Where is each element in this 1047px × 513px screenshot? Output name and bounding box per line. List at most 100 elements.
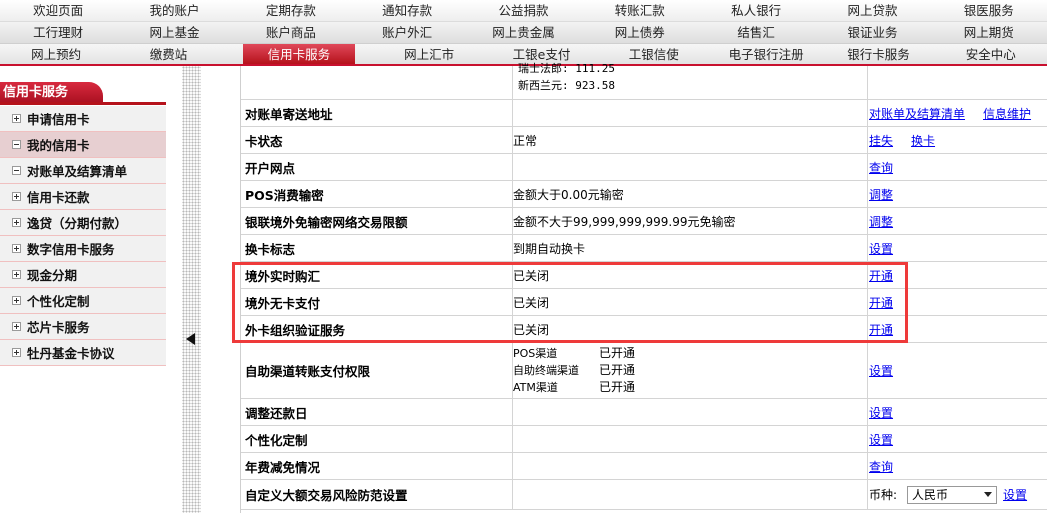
channel-list: POS渠道 已开通 自助终端渠道 已开通 ATM渠道 已开通: [513, 345, 635, 396]
expand-plus-icon[interactable]: [12, 114, 21, 123]
sidebar: 信用卡服务 申请信用卡 我的信用卡 对账单及结算清单 信用卡还款 逸贷（分期付款…: [0, 66, 182, 513]
sidebar-item-label: 现金分期: [27, 268, 78, 283]
expand-plus-icon[interactable]: [12, 218, 21, 227]
menu-item-precious-metal[interactable]: 网上贵金属: [465, 22, 581, 43]
row-label: POS消费输密: [245, 187, 324, 203]
menu-item-my-account[interactable]: 我的账户: [116, 0, 232, 21]
expand-plus-icon[interactable]: [12, 270, 21, 279]
sidebar-item-apply-card[interactable]: 申请信用卡: [0, 106, 166, 132]
menu-item-security-center[interactable]: 安全中心: [935, 44, 1047, 64]
sidebar-item-fund-card[interactable]: 牡丹基金卡协议: [0, 340, 166, 366]
expand-plus-icon[interactable]: [12, 296, 21, 305]
query-link[interactable]: 查询: [869, 458, 893, 475]
expand-plus-icon[interactable]: [12, 192, 21, 201]
enable-link[interactable]: 开通: [869, 294, 893, 311]
settings-link[interactable]: 设置: [869, 404, 893, 421]
menu-item-bank-card-service[interactable]: 银行卡服务: [822, 44, 934, 64]
menu-item-account-forex[interactable]: 账户外汇: [349, 22, 465, 43]
row-actions: 设置: [867, 399, 1047, 425]
menu-item-medical[interactable]: 银医服务: [931, 0, 1047, 21]
sidebar-item-label: 个性化定制: [27, 294, 90, 309]
menu-item-forex-market[interactable]: 网上汇市: [373, 44, 485, 64]
menu-item-securities[interactable]: 银证业务: [814, 22, 930, 43]
menu-item-futures[interactable]: 网上期货: [931, 22, 1047, 43]
sidebar-item-label: 信用卡还款: [27, 190, 90, 205]
settings-link[interactable]: 设置: [1003, 486, 1027, 503]
row-value: [512, 453, 867, 479]
sidebar-item-statement[interactable]: 对账单及结算清单: [0, 158, 166, 184]
replace-card-link[interactable]: 换卡: [911, 132, 935, 149]
table-row-personalize: 个性化定制 设置: [241, 426, 1047, 453]
menu-item-online-loan[interactable]: 网上贷款: [814, 0, 930, 21]
settings-link[interactable]: 设置: [869, 431, 893, 448]
row-label: 对账单寄送地址: [245, 106, 333, 122]
sidebar-item-label: 逸贷（分期付款）: [27, 216, 128, 231]
expand-plus-icon[interactable]: [12, 244, 21, 253]
menu-item-appointment[interactable]: 网上预约: [0, 44, 112, 64]
sidebar-item-repayment[interactable]: 信用卡还款: [0, 184, 166, 210]
channel-item: POS渠道 已开通: [513, 345, 635, 362]
expand-plus-icon[interactable]: [12, 348, 21, 357]
sidebar-item-personalize[interactable]: 个性化定制: [0, 288, 166, 314]
row-value: 已关闭: [512, 262, 867, 288]
sidebar-item-installment[interactable]: 逸贷（分期付款）: [0, 210, 166, 236]
menu-item-account-goods[interactable]: 账户商品: [233, 22, 349, 43]
row-value: 到期自动换卡: [512, 235, 867, 261]
menu-item-fund[interactable]: 网上基金: [116, 22, 232, 43]
report-loss-link[interactable]: 挂失: [869, 132, 893, 149]
info-maintain-link[interactable]: 信息维护: [983, 105, 1031, 122]
enable-link[interactable]: 开通: [869, 321, 893, 338]
menu-item-credit-card-service[interactable]: 信用卡服务: [242, 44, 355, 64]
settings-link[interactable]: 设置: [869, 240, 893, 257]
menu-item-donation[interactable]: 公益捐款: [465, 0, 581, 21]
table-row-card-replace-flag: 换卡标志 到期自动换卡 设置: [241, 235, 1047, 262]
enable-link[interactable]: 开通: [869, 267, 893, 284]
currency-select[interactable]: 人民币: [907, 485, 998, 504]
card-info-table: 瑞士法郎: 111.25 新西兰元: 923.58 对账单寄送地址 对账单及结算…: [240, 62, 1047, 513]
collapse-minus-icon[interactable]: [12, 140, 21, 149]
row-actions: 设置: [867, 343, 1047, 398]
menu-item-ebank-register[interactable]: 电子银行注册: [710, 44, 822, 64]
row-label: 开户网点: [245, 160, 296, 176]
row-value: 正常: [512, 127, 867, 153]
menu-item-fx-settlement[interactable]: 结售汇: [698, 22, 814, 43]
frame-splitter[interactable]: [182, 66, 201, 513]
adjust-link[interactable]: 调整: [869, 213, 893, 230]
sidebar-item-cash-installment[interactable]: 现金分期: [0, 262, 166, 288]
collapse-left-arrow-icon[interactable]: [186, 333, 195, 345]
row-value: 金额大于0.00元输密: [512, 181, 867, 207]
menu-item-bond[interactable]: 网上债券: [582, 22, 698, 43]
menu-row-2: 工行理财 网上基金 账户商品 账户外汇 网上贵金属 网上债券 结售汇 银证业务 …: [0, 22, 1047, 44]
channel-name: ATM渠道: [513, 381, 558, 394]
channel-name: 自助终端渠道: [513, 364, 579, 377]
table-row-self-service-channels: 自助渠道转账支付权限 POS渠道 已开通 自助终端渠道 已开通 ATM渠道 已开通 设…: [241, 343, 1047, 399]
sidebar-item-digital-card[interactable]: 数字信用卡服务: [0, 236, 166, 262]
adjust-link[interactable]: 调整: [869, 186, 893, 203]
row-label: 换卡标志: [245, 241, 296, 257]
query-link[interactable]: 查询: [869, 159, 893, 176]
menu-row-1: 欢迎页面 我的账户 定期存款 通知存款 公益捐款 转账汇款 私人银行 网上贷款 …: [0, 0, 1047, 22]
table-row-currency-partial: 瑞士法郎: 111.25 新西兰元: 923.58: [241, 62, 1047, 100]
table-row-overseas-cardless: 境外无卡支付 已关闭 开通: [241, 289, 1047, 316]
channel-status: 已开通: [599, 346, 636, 360]
sidebar-item-chip-card[interactable]: 芯片卡服务: [0, 314, 166, 340]
menu-item-wealth[interactable]: 工行理财: [0, 22, 116, 43]
sidebar-item-my-card[interactable]: 我的信用卡: [0, 132, 166, 158]
row-label: 年费减免情况: [245, 459, 321, 475]
row-actions: 设置: [867, 426, 1047, 452]
statement-link[interactable]: 对账单及结算清单: [869, 105, 965, 122]
menu-item-welcome[interactable]: 欢迎页面: [0, 0, 116, 21]
table-row-repayment-date: 调整还款日 设置: [241, 399, 1047, 426]
settings-link[interactable]: 设置: [869, 362, 893, 379]
row-label: 境外无卡支付: [245, 295, 321, 311]
expand-plus-icon[interactable]: [12, 322, 21, 331]
row-label: 个性化定制: [245, 432, 308, 448]
menu-item-transfer[interactable]: 转账汇款: [582, 0, 698, 21]
collapse-minus-icon[interactable]: [12, 166, 21, 175]
row-value: [512, 480, 867, 509]
table-row-annual-fee: 年费减免情况 查询: [241, 453, 1047, 480]
menu-item-payment-station[interactable]: 缴费站: [112, 44, 224, 64]
menu-item-notice-deposit[interactable]: 通知存款: [349, 0, 465, 21]
menu-item-fixed-deposit[interactable]: 定期存款: [233, 0, 349, 21]
menu-item-private-bank[interactable]: 私人银行: [698, 0, 814, 21]
